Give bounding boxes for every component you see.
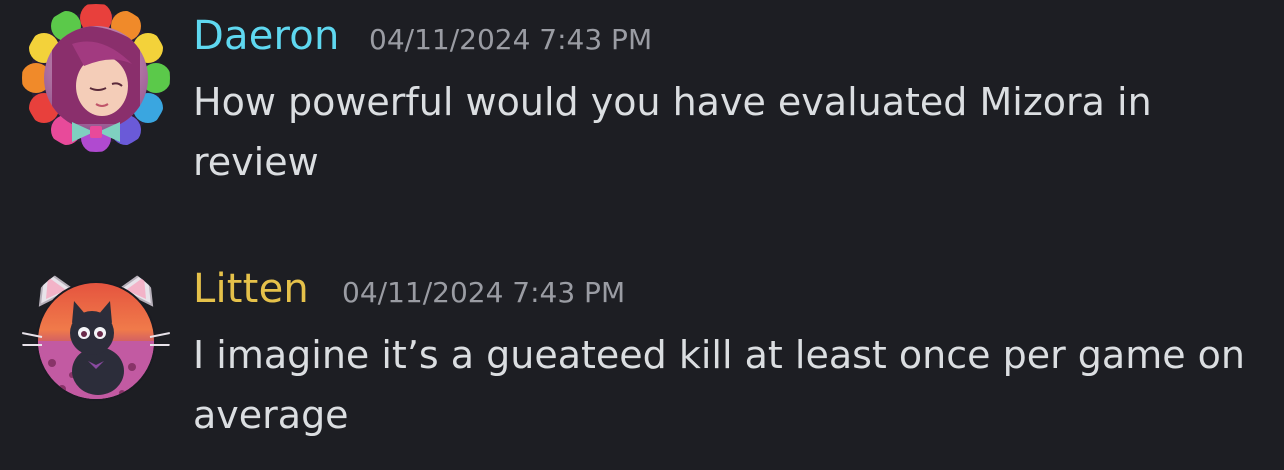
message-content: How powerful would you have evaluated Mi…: [193, 80, 1152, 184]
username[interactable]: Daeron: [193, 13, 340, 59]
message-content: I imagine it’s a gueateed kill at least …: [193, 333, 1245, 437]
message-timestamp: 04/11/2024 7:43 PM: [369, 23, 653, 56]
user-avatar[interactable]: [22, 263, 170, 411]
user-avatar[interactable]: [22, 4, 170, 152]
username[interactable]: Litten: [193, 266, 309, 312]
message-timestamp: 04/11/2024 7:43 PM: [342, 276, 626, 309]
